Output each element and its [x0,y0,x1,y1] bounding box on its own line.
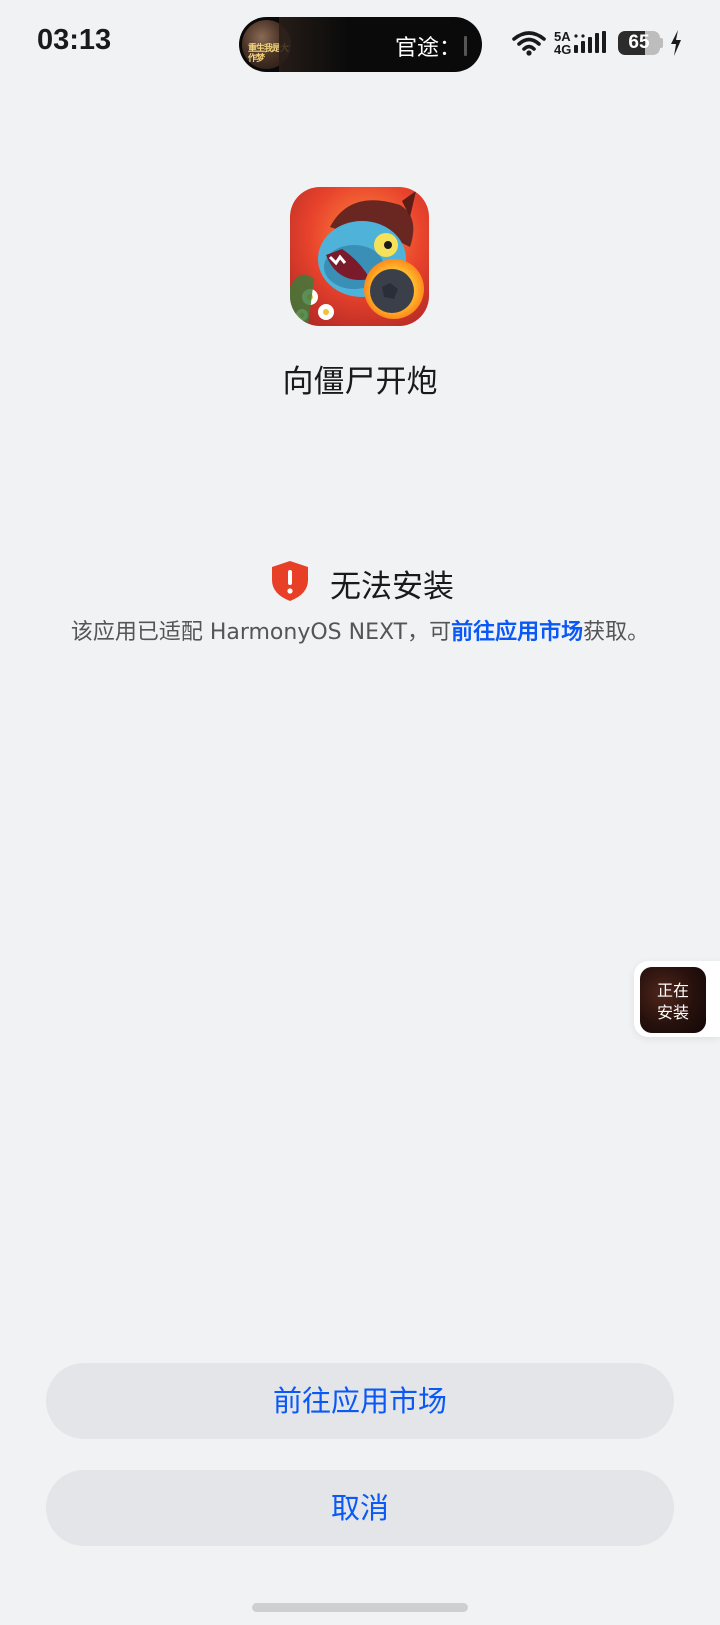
app-icon [290,187,429,326]
go-to-app-market-button[interactable]: 前往应用市场 [46,1363,674,1439]
island-fade [279,17,349,72]
signal-icon [574,31,606,53]
app-market-link[interactable]: 前往应用市场 [451,620,583,645]
zombie-game-app-icon [290,187,429,326]
network-type-label: 5A 4G [554,29,572,57]
warning-desc-suffix: 获取。 [583,620,650,645]
charging-bolt-icon [671,30,681,56]
installing-app-thumbnail: 正在 安装 [640,967,706,1033]
island-text: 官途： [395,36,462,61]
shield-alert-icon [272,561,308,601]
status-time: 03:13 [37,24,112,56]
battery-cap [660,38,663,48]
installing-floating-widget[interactable]: 正在 安装 [634,961,720,1037]
battery-percent: 65 [628,32,650,53]
warning-desc-prefix: 该应用已适配 HarmonyOS NEXT，可 [70,620,452,645]
dynamic-island[interactable]: 重生我是大作梦 官途： [239,17,482,72]
home-indicator[interactable] [252,1603,468,1612]
battery-icon: 65 [618,31,660,55]
warning-title: 无法安装 [330,569,454,605]
island-cursor [464,36,467,56]
cancel-button[interactable]: 取消 [46,1470,674,1546]
installing-status: 正在 安装 [656,981,689,1022]
app-name: 向僵尸开炮 [282,364,438,400]
status-bar: 03:13 重生我是大作梦 官途： 5A 4G 65 [0,0,720,90]
warning-description: 该应用已适配 HarmonyOS NEXT，可前往应用市场获取。 [0,614,720,646]
wifi-icon [512,31,546,56]
